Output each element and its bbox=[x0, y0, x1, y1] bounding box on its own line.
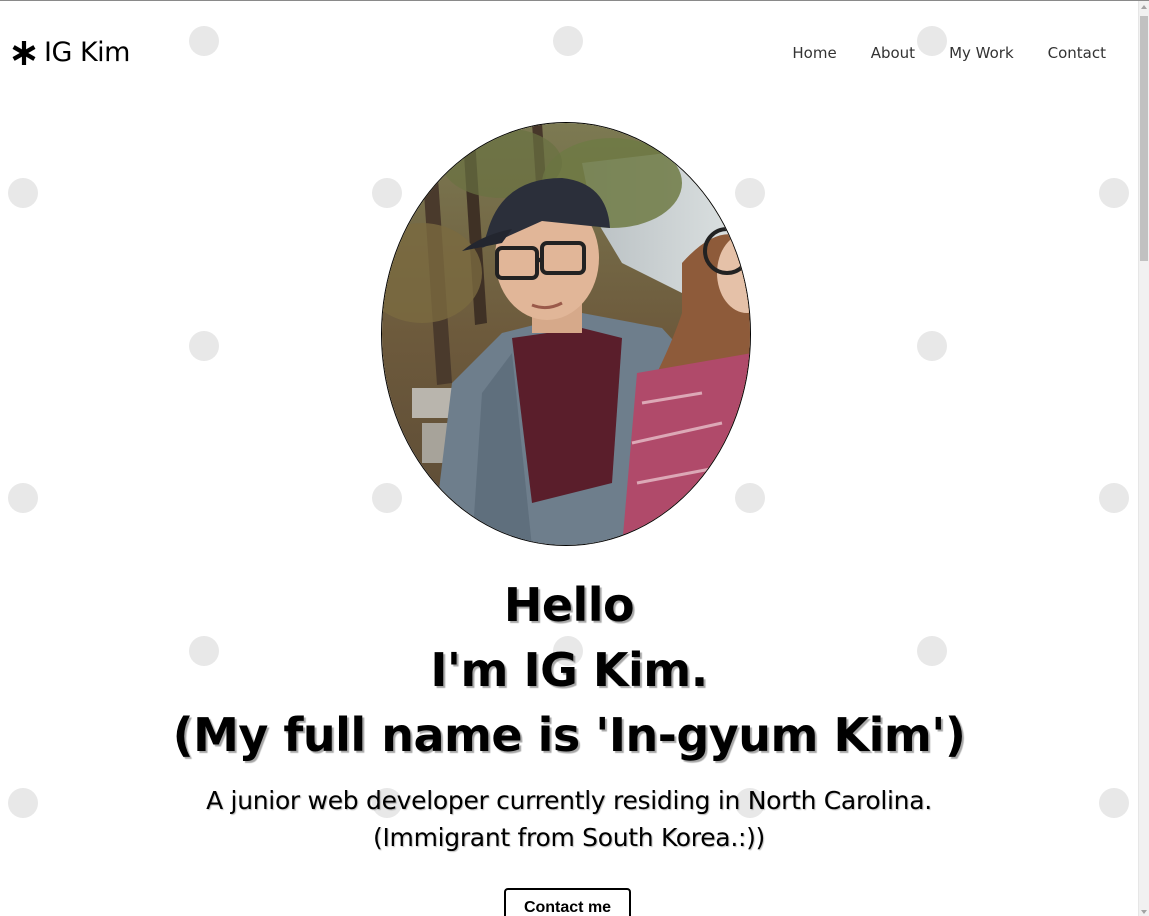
vertical-scrollbar[interactable] bbox=[1138, 1, 1149, 916]
hero-heading: Hello I'm IG Kim. (My full name is 'In-g… bbox=[0, 573, 1138, 768]
profile-photo-image bbox=[382, 123, 750, 545]
contact-me-button[interactable]: Contact me bbox=[504, 888, 631, 916]
scrollbar-thumb[interactable] bbox=[1140, 16, 1148, 261]
profile-photo bbox=[381, 122, 751, 546]
nav-link-home[interactable]: Home bbox=[792, 43, 836, 63]
brand-link[interactable]: IG Kim bbox=[10, 35, 130, 71]
nav-link-contact[interactable]: Contact bbox=[1048, 43, 1106, 63]
hero-subtitle: A junior web developer currently residin… bbox=[0, 782, 1138, 856]
nav-link-my-work[interactable]: My Work bbox=[949, 43, 1014, 63]
nav-links: Home About My Work Contact bbox=[758, 43, 1106, 63]
hero-subtitle-line-2: (Immigrant from South Korea.:)) bbox=[372, 823, 766, 852]
hero-subtitle-line-1: A junior web developer currently residin… bbox=[206, 786, 932, 815]
hero-heading-line-1: Hello bbox=[503, 578, 635, 632]
brand-name: IG Kim bbox=[44, 37, 130, 68]
hero-heading-line-2: I'm IG Kim. bbox=[430, 643, 708, 697]
navbar: IG Kim Home About My Work Contact bbox=[0, 1, 1138, 106]
nav-link-about[interactable]: About bbox=[871, 43, 915, 63]
hero-heading-line-3: (My full name is 'In-gyum Kim') bbox=[172, 708, 966, 762]
asterisk-icon bbox=[12, 41, 36, 65]
scroll-up-arrow-icon[interactable] bbox=[1141, 5, 1147, 9]
page: IG Kim Home About My Work Contact Hello … bbox=[0, 0, 1149, 916]
scroll-down-arrow-icon[interactable] bbox=[1141, 910, 1147, 914]
